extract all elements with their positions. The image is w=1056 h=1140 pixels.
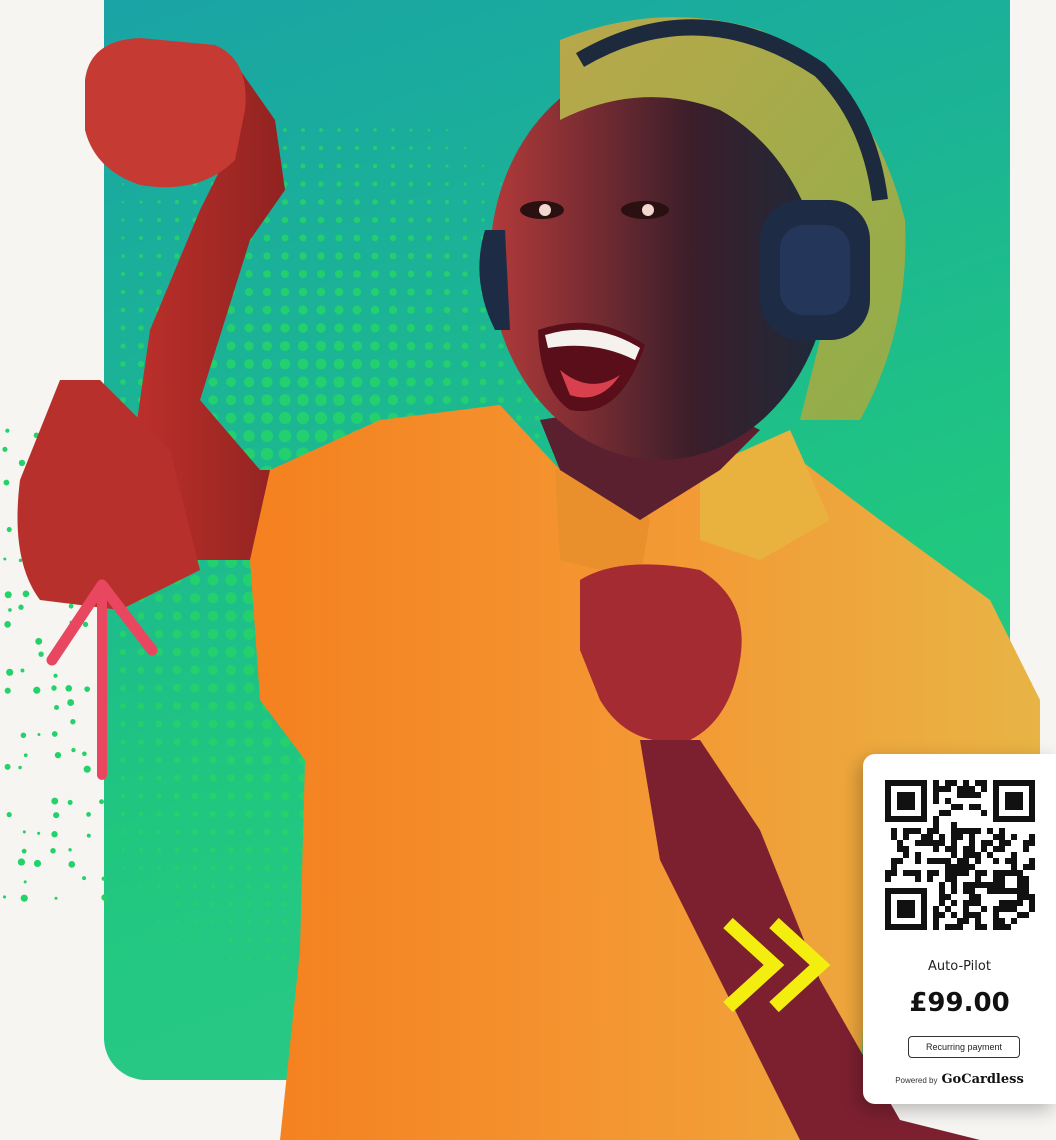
powered-by-label: Powered by (895, 1076, 938, 1085)
payment-amount: £99.00 (909, 988, 1010, 1018)
powered-by-footer: Powered by GoCardless (863, 1072, 1056, 1087)
gocardless-logo: GoCardless (941, 1072, 1024, 1087)
qr-code-icon[interactable] (885, 780, 1035, 930)
up-arrow-icon (46, 579, 158, 780)
plan-name: Auto-Pilot (928, 959, 991, 974)
double-chevron-right-icon (723, 917, 831, 1013)
recurring-payment-badge: Recurring payment (908, 1036, 1020, 1058)
payment-card[interactable]: Auto-Pilot £99.00 Recurring payment Powe… (863, 754, 1056, 1104)
